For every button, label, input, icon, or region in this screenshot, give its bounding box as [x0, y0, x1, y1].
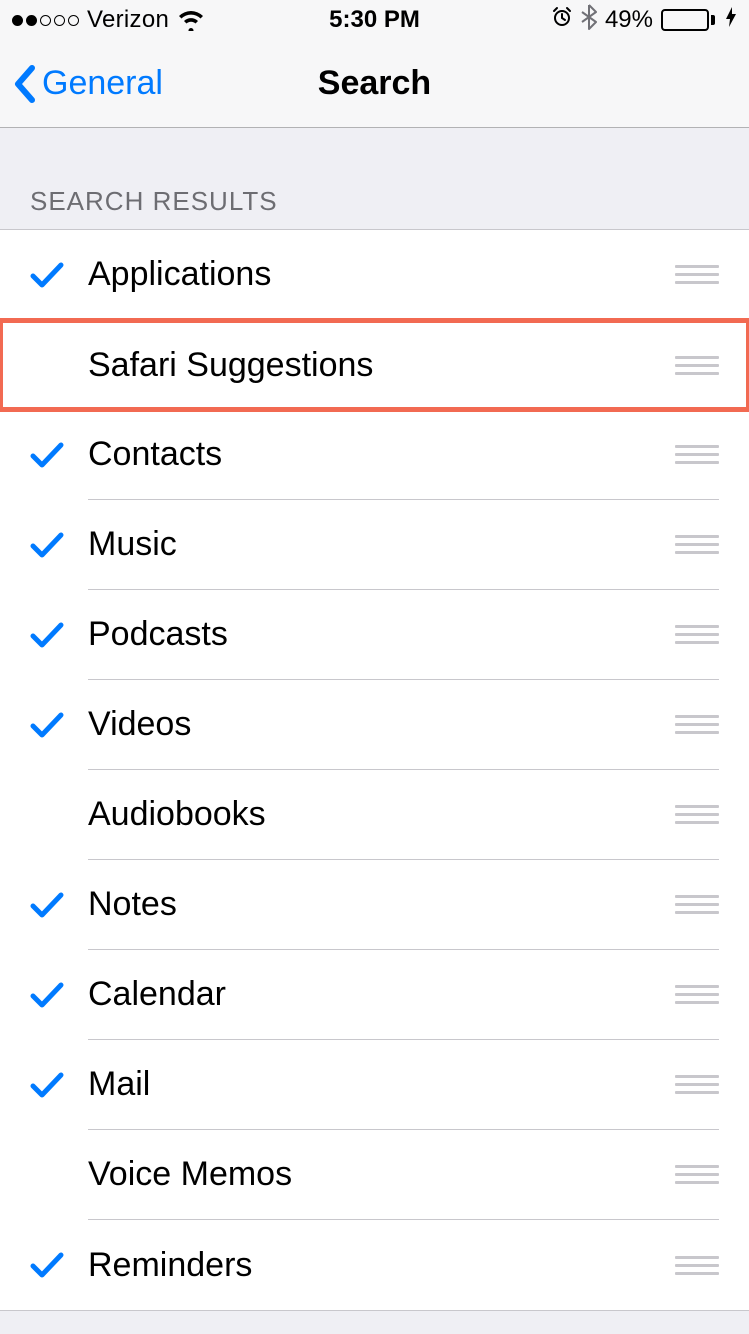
list-item-label: Podcasts	[88, 615, 228, 654]
list-item-label: Music	[88, 525, 177, 564]
list-item[interactable]: Podcasts	[0, 590, 749, 680]
reorder-handle-icon[interactable]	[675, 1071, 719, 1098]
list-item-label: Videos	[88, 705, 191, 744]
back-button[interactable]: General	[12, 64, 163, 104]
clock: 5:30 PM	[329, 6, 420, 34]
checkmark-slot	[30, 1071, 88, 1099]
checkmark-slot	[30, 261, 88, 289]
reorder-handle-icon[interactable]	[675, 1252, 719, 1279]
reorder-handle-icon[interactable]	[675, 352, 719, 379]
checkmark-icon	[30, 981, 64, 1009]
list-item[interactable]: Videos	[0, 680, 749, 770]
signal-strength-icon	[12, 15, 79, 26]
battery-percentage: 49%	[605, 6, 653, 34]
wifi-icon	[177, 9, 205, 31]
list-item[interactable]: Music	[0, 500, 749, 590]
reorder-handle-icon[interactable]	[675, 711, 719, 738]
list-item[interactable]: Mail	[0, 1040, 749, 1130]
list-item-label: Calendar	[88, 975, 226, 1014]
checkmark-slot	[30, 441, 88, 469]
list-item-label: Mail	[88, 1065, 150, 1104]
reorder-handle-icon[interactable]	[675, 801, 719, 828]
alarm-icon	[551, 6, 573, 35]
checkmark-icon	[30, 1251, 64, 1279]
checkmark-icon	[30, 441, 64, 469]
checkmark-slot	[30, 711, 88, 739]
list-item-label: Audiobooks	[88, 795, 266, 834]
list-item-label: Voice Memos	[88, 1155, 292, 1194]
list-item-label: Reminders	[88, 1246, 252, 1285]
list-item[interactable]: Safari Suggestions	[0, 320, 749, 410]
list-item[interactable]: Applications	[0, 230, 749, 320]
bluetooth-icon	[581, 4, 597, 37]
checkmark-icon	[30, 891, 64, 919]
checkmark-icon	[30, 1071, 64, 1099]
list-item-label: Notes	[88, 885, 177, 924]
status-left: Verizon	[12, 6, 205, 34]
list-item[interactable]: Audiobooks	[0, 770, 749, 860]
back-label: General	[42, 64, 163, 103]
list-item[interactable]: Calendar	[0, 950, 749, 1040]
chevron-left-icon	[12, 64, 36, 104]
list-item-label: Contacts	[88, 435, 222, 474]
status-bar: Verizon 5:30 PM 49%	[0, 0, 749, 40]
search-results-list: Applications Safari Suggestions Contacts Mu…	[0, 229, 749, 1311]
reorder-handle-icon[interactable]	[675, 1161, 719, 1188]
list-item[interactable]: Reminders	[0, 1220, 749, 1310]
checkmark-icon	[30, 531, 64, 559]
status-right: 49%	[551, 4, 737, 37]
reorder-handle-icon[interactable]	[675, 621, 719, 648]
list-item[interactable]: Contacts	[0, 410, 749, 500]
checkmark-slot	[30, 981, 88, 1009]
nav-bar: General Search	[0, 40, 749, 128]
checkmark-slot	[30, 531, 88, 559]
section-header: SEARCH RESULTS	[0, 128, 749, 229]
checkmark-icon	[30, 711, 64, 739]
list-item[interactable]: Voice Memos	[0, 1130, 749, 1220]
checkmark-icon	[30, 261, 64, 289]
reorder-handle-icon[interactable]	[675, 261, 719, 288]
checkmark-icon	[30, 621, 64, 649]
checkmark-slot	[30, 891, 88, 919]
page-title: Search	[318, 64, 431, 103]
charging-icon	[725, 6, 737, 34]
battery-icon	[661, 9, 715, 31]
list-item[interactable]: Notes	[0, 860, 749, 950]
checkmark-slot	[30, 621, 88, 649]
checkmark-slot	[30, 1251, 88, 1279]
reorder-handle-icon[interactable]	[675, 531, 719, 558]
reorder-handle-icon[interactable]	[675, 441, 719, 468]
reorder-handle-icon[interactable]	[675, 891, 719, 918]
reorder-handle-icon[interactable]	[675, 981, 719, 1008]
list-item-label: Safari Suggestions	[88, 346, 373, 385]
list-item-label: Applications	[88, 255, 271, 294]
carrier-label: Verizon	[87, 6, 169, 34]
